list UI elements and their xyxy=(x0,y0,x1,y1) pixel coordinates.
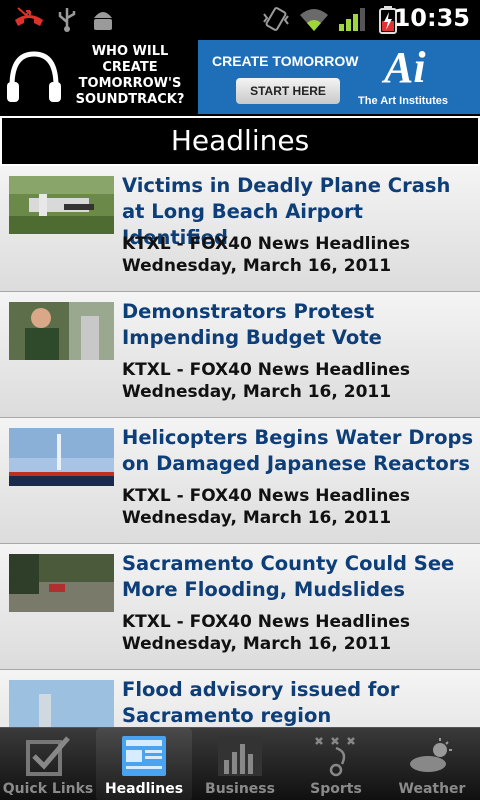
android-debug-icon xyxy=(94,12,112,30)
vibrate-icon xyxy=(263,7,289,31)
tab-sports[interactable]: Sports xyxy=(288,728,384,800)
tab-label: Headlines xyxy=(104,781,184,797)
start-here-button[interactable]: START HERE xyxy=(236,78,340,104)
tab-label: Sports xyxy=(310,781,362,797)
headline-title[interactable]: Helicopters Begins Water Drops on Damage… xyxy=(122,425,474,477)
bar-chart-icon xyxy=(218,736,262,776)
ad-create-text: CREATE TOMORROW xyxy=(212,53,359,69)
headline-source: KTXL - FOX40 News Headlines xyxy=(122,612,411,632)
ad-art-institutes[interactable]: CREATE TOMORROW START HERE Ai The Art In… xyxy=(198,40,480,114)
tab-label: Business xyxy=(205,781,275,797)
usb-icon xyxy=(58,8,76,32)
list-item[interactable]: Demonstrators Protest Impending Budget V… xyxy=(0,292,480,418)
cloud-sun-icon xyxy=(410,738,452,772)
newspaper-icon xyxy=(122,736,166,776)
wifi-icon xyxy=(300,9,328,31)
headline-date: Wednesday, March 16, 2011 xyxy=(122,508,392,528)
ad-banner[interactable]: WHO WILL CREATE TOMORROW'S SOUNDTRACK? C… xyxy=(0,38,480,116)
headline-title[interactable]: Flood advisory issued for Sacramento reg… xyxy=(122,677,474,727)
headline-date: Wednesday, March 16, 2011 xyxy=(122,382,392,402)
headline-source: KTXL - FOX40 News Headlines xyxy=(122,360,411,380)
flooding-thumbnail xyxy=(9,554,114,612)
status-time: 10:35 xyxy=(393,4,470,32)
status-bar: 10:35 xyxy=(0,0,480,38)
ad-soundtrack-text: WHO WILL CREATE TOMORROW'S SOUNDTRACK? xyxy=(75,44,185,107)
headphones-icon xyxy=(7,51,61,102)
plane-crash-thumbnail xyxy=(9,176,114,234)
tab-quick-links[interactable]: Quick Links xyxy=(0,728,96,800)
headlines-header: Headlines xyxy=(0,116,480,166)
ad-brand-text: The Art Institutes xyxy=(358,95,449,107)
headline-source: KTXL - FOX40 News Headlines xyxy=(122,234,411,254)
tab-headlines[interactable]: Headlines xyxy=(96,728,192,800)
helicopter-thumbnail xyxy=(9,428,114,486)
list-item[interactable]: Sacramento County Could See More Floodin… xyxy=(0,544,480,670)
page-title: Headlines xyxy=(2,118,478,164)
headline-title[interactable]: Demonstrators Protest Impending Budget V… xyxy=(122,299,474,351)
list-item[interactable]: Victims in Deadly Plane Crash at Long Be… xyxy=(0,166,480,292)
list-item[interactable]: Helicopters Begins Water Drops on Damage… xyxy=(0,418,480,544)
tab-label: Quick Links xyxy=(2,781,94,797)
ai-logo: Ai xyxy=(384,43,426,92)
checkbox-icon xyxy=(26,736,70,776)
headline-date: Wednesday, March 16, 2011 xyxy=(122,634,392,654)
ad-soundtrack[interactable]: WHO WILL CREATE TOMORROW'S SOUNDTRACK? xyxy=(0,38,196,116)
headline-title[interactable]: Sacramento County Could See More Floodin… xyxy=(122,551,474,603)
missed-call-icon xyxy=(15,7,43,26)
tab-business[interactable]: Business xyxy=(192,728,288,800)
flood-advisory-thumbnail xyxy=(9,680,114,727)
playbook-icon xyxy=(315,737,355,777)
tab-label: Weather xyxy=(398,781,466,797)
headlines-list[interactable]: Victims in Deadly Plane Crash at Long Be… xyxy=(0,166,480,727)
headline-date: Wednesday, March 16, 2011 xyxy=(122,256,392,276)
headline-source: KTXL - FOX40 News Headlines xyxy=(122,486,411,506)
signal-icon xyxy=(339,8,365,31)
protest-thumbnail xyxy=(9,302,114,360)
tab-weather[interactable]: Weather xyxy=(384,728,480,800)
bottom-tab-bar: Quick Links Headlines Business Sports We… xyxy=(0,727,480,800)
list-item[interactable]: Flood advisory issued for Sacramento reg… xyxy=(0,670,480,727)
